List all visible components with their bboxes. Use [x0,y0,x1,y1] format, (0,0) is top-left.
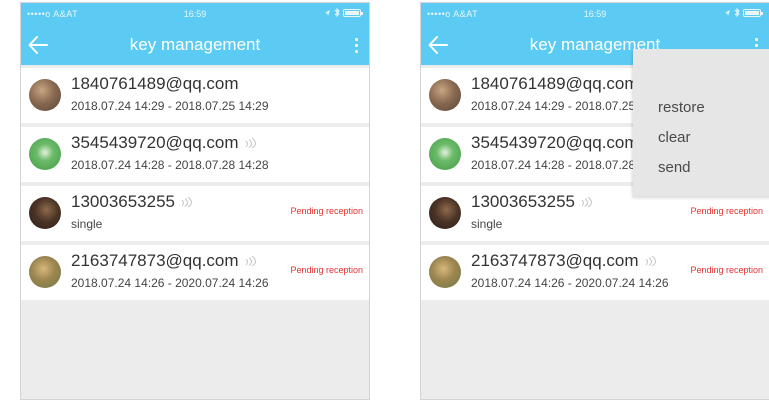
avatar [29,197,61,229]
avatar [29,79,61,111]
key-account: 2163747873@qq.com [71,251,257,271]
status-badge: Pending reception [290,265,363,275]
key-list-item[interactable]: 1840761489@qq.com 2018.07.24 14:29 - 201… [21,68,369,123]
battery-icon [743,8,763,17]
menu-item-restore[interactable]: restore [658,98,769,128]
page-title: key management [129,35,261,54]
key-validity: single [71,217,103,231]
key-account: 13003653255 [71,192,193,212]
key-account: 1840761489@qq.com [471,74,639,93]
key-list: 1840761489@qq.com 2018.07.24 14:29 - 201… [21,65,369,300]
key-list-item[interactable]: 13003653255 single Pending reception [21,186,369,241]
avatar [429,138,461,170]
menu-item-clear[interactable]: clear [658,128,769,158]
status-bar: •••••o A&AT 16:59 [421,3,769,25]
location-icon [325,9,330,16]
kebab-menu-icon[interactable] [349,33,363,57]
location-icon [725,9,730,16]
status-badge: Pending reception [690,206,763,216]
status-bar: •••••o A&AT 16:59 [21,3,369,25]
key-validity: 2018.07.24 14:29 - 2018.07.25 14:29 [71,99,269,113]
clock: 16:59 [183,9,207,19]
key-list-item[interactable]: 2163747873@qq.com 2018.07.24 14:26 - 202… [21,245,369,300]
key-list-item[interactable]: 2163747873@qq.com 2018.07.24 14:26 - 202… [421,245,769,300]
avatar [429,256,461,288]
phone-screen-left: •••••o A&AT 16:59 key management 1840761… [20,2,370,400]
phone-screen-right: •••••o A&AT 16:59 key management 1840761… [420,2,769,400]
key-account: 3545439720@qq.com [471,133,657,153]
clock: 16:59 [583,9,607,19]
avatar [29,256,61,288]
avatar [429,197,461,229]
key-validity: 2018.07.24 14:26 - 2020.07.24 14:26 [471,276,669,290]
key-account: 1840761489@qq.com [71,74,239,93]
avatar [429,79,461,111]
app-bar: key management [21,25,369,65]
signal-icon [181,197,193,207]
bluetooth-icon [734,8,740,17]
status-icons [724,8,763,17]
avatar [29,138,61,170]
key-account: 3545439720@qq.com [71,133,257,153]
bluetooth-icon [334,8,340,17]
signal-icon [245,256,256,266]
key-validity: 2018.07.24 14:26 - 2020.07.24 14:26 [71,276,269,290]
battery-icon [343,8,363,17]
key-account: 13003653255 [471,192,593,212]
status-icons [324,8,363,17]
signal-icon [581,197,593,207]
key-account: 2163747873@qq.com [471,251,657,271]
key-validity: single [471,217,503,231]
status-badge: Pending reception [690,265,763,275]
signal-icon [645,256,656,266]
signal-icon [245,138,256,148]
key-validity: 2018.07.24 14:28 - 2018.07.28 14:28 [71,158,269,172]
menu-item-send[interactable]: send [658,158,769,188]
status-badge: Pending reception [290,206,363,216]
overflow-menu: restore clear send [633,49,769,196]
key-list-item[interactable]: 3545439720@qq.com 2018.07.24 14:28 - 201… [21,127,369,182]
